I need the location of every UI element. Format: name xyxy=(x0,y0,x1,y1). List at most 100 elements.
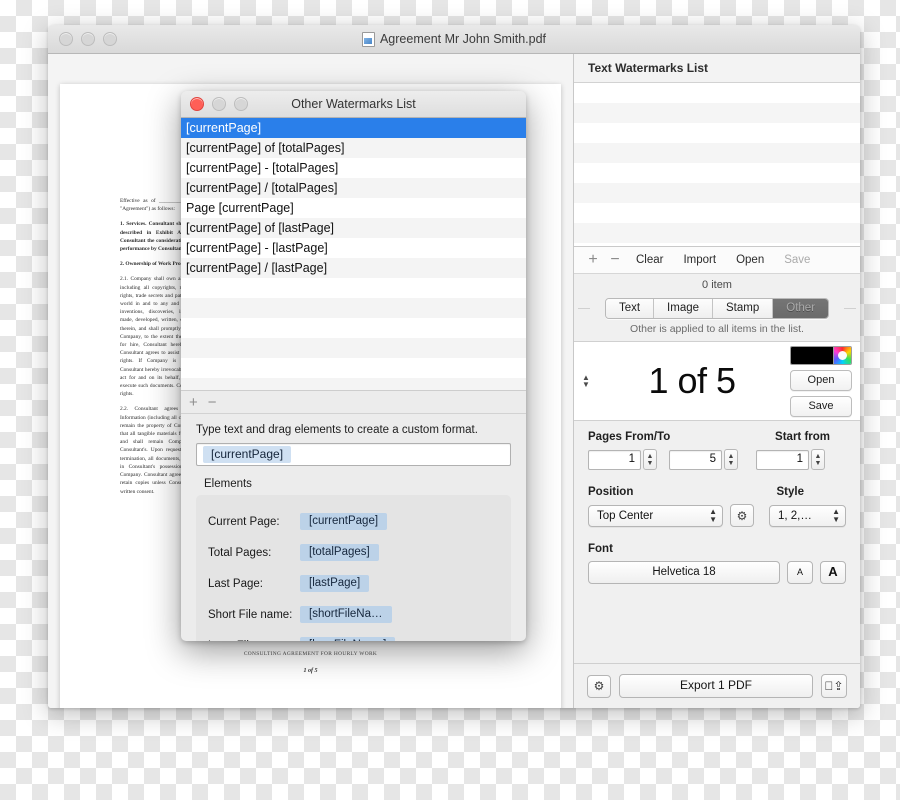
format-list-empty-row[interactable] xyxy=(181,318,526,338)
list-item[interactable] xyxy=(574,203,860,223)
format-list-item[interactable]: [currentPage] / [totalPages] xyxy=(181,178,526,198)
format-list-item[interactable]: [currentPage] of [totalPages] xyxy=(181,138,526,158)
export-settings-gear-icon[interactable]: ⚙ xyxy=(587,674,611,698)
element-row: Total Pages: [totalPages] xyxy=(196,537,511,568)
format-list-empty-row[interactable] xyxy=(181,298,526,318)
window-titlebar: Agreement Mr John Smith.pdf xyxy=(48,25,860,54)
document-footer-page: 1 of 5 xyxy=(303,668,318,674)
start-from-input[interactable]: 1 xyxy=(756,449,809,470)
settings-section: Pages From/To Start from 1 ▲ ▼ 5 ▲ ▼ 1 ▲ ▼ xyxy=(574,421,860,663)
tabs-note: Other is applied to all items in the lis… xyxy=(574,319,860,341)
format-list-empty-row[interactable] xyxy=(181,378,526,390)
color-wheel-icon[interactable] xyxy=(833,346,851,364)
format-list-item[interactable]: [currentPage] - [lastPage] xyxy=(181,238,526,258)
dialog-body: Type text and drag elements to create a … xyxy=(181,414,526,641)
decrease-font-button[interactable]: A xyxy=(787,561,813,584)
start-from-stepper[interactable]: ▲ ▼ xyxy=(811,449,825,470)
element-token[interactable]: [lastPage] xyxy=(300,575,370,592)
element-token[interactable]: [totalPages] xyxy=(300,544,379,561)
dialog-title: Other Watermarks List xyxy=(291,97,416,111)
list-item[interactable] xyxy=(574,223,860,243)
style-select[interactable]: 1, 2,… ▲ ▼ xyxy=(769,505,846,527)
tab-other[interactable]: Other xyxy=(773,299,829,318)
font-button[interactable]: Helvetica 18 xyxy=(588,561,780,584)
format-token[interactable]: [currentPage] xyxy=(203,446,292,463)
format-list-empty-row[interactable] xyxy=(181,338,526,358)
list-item[interactable] xyxy=(574,123,860,143)
list-item[interactable] xyxy=(574,143,860,163)
other-watermarks-dialog: Other Watermarks List [currentPage] [cur… xyxy=(181,91,526,641)
watermarks-list[interactable] xyxy=(574,83,860,247)
list-item[interactable] xyxy=(574,83,860,103)
minimize-button[interactable] xyxy=(81,32,95,46)
element-row: Long File name: [longFileName] xyxy=(196,630,511,641)
add-icon[interactable]: + xyxy=(582,252,604,268)
list-toolbar: + − Clear Import Open Save xyxy=(574,247,860,274)
position-value: Top Center xyxy=(597,510,654,522)
list-item[interactable] xyxy=(574,183,860,203)
maximize-button[interactable] xyxy=(103,32,117,46)
export-button[interactable]: Export 1 PDF xyxy=(619,674,813,698)
watermark-type-tabs: Text Image Stamp Other xyxy=(574,297,860,319)
tab-text[interactable]: Text xyxy=(605,299,655,318)
position-settings-gear-icon[interactable]: ⚙ xyxy=(730,504,754,527)
color-well[interactable] xyxy=(790,345,852,365)
increase-font-button[interactable]: A xyxy=(820,561,846,584)
elements-box: Current Page: [currentPage] Total Pages:… xyxy=(196,495,511,641)
window-controls[interactable] xyxy=(59,32,117,46)
document-footer: CONSULTING AGREEMENT FOR HOURLY WORK 1 o… xyxy=(60,651,561,674)
chevron-updown-icon: ▲ ▼ xyxy=(709,507,717,524)
color-swatch[interactable] xyxy=(791,346,833,364)
format-list-item[interactable]: [currentPage] xyxy=(181,118,526,138)
element-token[interactable]: [currentPage] xyxy=(300,513,388,530)
close-button[interactable] xyxy=(59,32,73,46)
format-list-empty-row[interactable] xyxy=(181,358,526,378)
preview-controls: Open Save xyxy=(790,345,852,417)
element-name: Total Pages: xyxy=(208,546,272,559)
window-title-text: Agreement Mr John Smith.pdf xyxy=(379,32,547,46)
format-list-item[interactable]: [currentPage] / [lastPage] xyxy=(181,258,526,278)
page-from-group: 1 ▲ ▼ xyxy=(588,449,657,470)
tab-image[interactable]: Image xyxy=(654,299,714,318)
preview-open-button[interactable]: Open xyxy=(790,369,852,391)
format-list-item[interactable]: [currentPage] of [lastPage] xyxy=(181,218,526,238)
clear-button[interactable]: Clear xyxy=(626,254,673,266)
export-bar: ⚙ Export 1 PDF ⇪ xyxy=(574,663,860,708)
preview-save-button[interactable]: Save xyxy=(790,395,852,417)
element-name: Last Page: xyxy=(208,577,263,590)
pages-label: Pages From/To xyxy=(588,431,671,443)
import-button[interactable]: Import xyxy=(673,254,726,266)
item-count-label: 0 item xyxy=(574,274,860,297)
preview-stepper[interactable]: ▲ ▼ xyxy=(578,374,594,389)
position-select[interactable]: Top Center ▲ ▼ xyxy=(588,505,723,527)
open-list-button[interactable]: Open xyxy=(726,254,774,266)
page-to-group: 5 ▲ ▼ xyxy=(669,449,738,470)
tab-stamp[interactable]: Stamp xyxy=(713,299,774,318)
element-token[interactable]: [shortFileNa… xyxy=(300,606,392,623)
element-row: Last Page: [lastPage] xyxy=(196,568,511,599)
element-token[interactable]: [longFileName] xyxy=(300,637,396,641)
remove-icon[interactable]: − xyxy=(604,252,626,268)
watermark-preview: ▲ ▼ 1 of 5 Open Save xyxy=(574,341,860,421)
list-item[interactable] xyxy=(574,103,860,123)
save-list-button[interactable]: Save xyxy=(774,254,820,266)
dialog-list-toolbar: + − xyxy=(181,391,526,414)
format-input[interactable]: [currentPage] xyxy=(196,443,511,466)
format-list-empty-row[interactable] xyxy=(181,278,526,298)
list-item[interactable] xyxy=(574,163,860,183)
format-list[interactable]: [currentPage] [currentPage] of [totalPag… xyxy=(181,118,526,391)
remove-icon[interactable]: − xyxy=(208,395,217,410)
page-to-stepper[interactable]: ▲ ▼ xyxy=(724,449,738,470)
chevron-down-icon: ▼ xyxy=(582,380,590,389)
format-list-item[interactable]: Page [currentPage] xyxy=(181,198,526,218)
page-from-stepper[interactable]: ▲ ▼ xyxy=(643,449,657,470)
element-name: Long File name: xyxy=(208,640,300,642)
page-to-input[interactable]: 5 xyxy=(669,449,722,470)
font-label: Font xyxy=(588,543,613,555)
dialog-titlebar: Other Watermarks List xyxy=(181,91,526,118)
add-icon[interactable]: + xyxy=(189,395,198,410)
document-footer-caption: CONSULTING AGREEMENT FOR HOURLY WORK xyxy=(243,651,378,657)
format-list-item[interactable]: [currentPage] - [totalPages] xyxy=(181,158,526,178)
share-icon[interactable]: ⇪ xyxy=(821,674,847,698)
page-from-input[interactable]: 1 xyxy=(588,449,641,470)
